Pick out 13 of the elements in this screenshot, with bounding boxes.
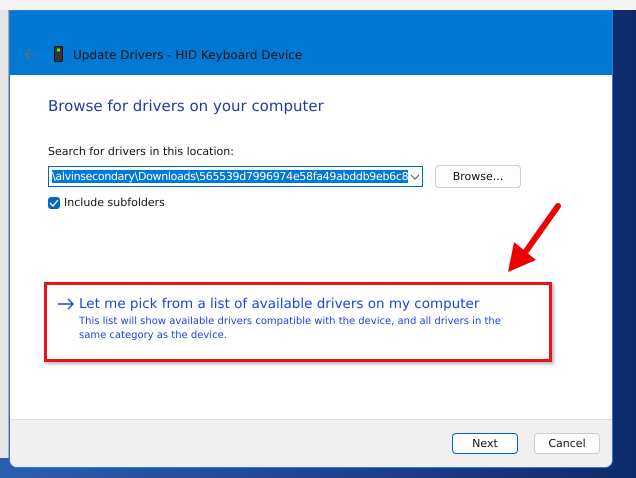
location-combo-box[interactable]: \alvinsecondary\Downloads\565539d7996974e58fa49abddb9eb6c8 — [48, 166, 423, 187]
dialog-button[interactable]: Next — [452, 433, 518, 454]
window-title: Update Drivers - HID Keyboard Device — [73, 48, 302, 62]
dialog-button[interactable]: Cancel — [534, 433, 600, 454]
checkbox-label: Include subfolders — [64, 196, 165, 209]
location-label: Search for drivers in this location: — [48, 145, 235, 158]
device-icon — [54, 46, 63, 62]
pick-driver-description: This list will show available drivers compatible with the device, and all drivers in the same category as the device. — [79, 315, 502, 342]
page-heading: Browse for drivers on your computer — [48, 97, 325, 115]
browse-button[interactable]: Browse... — [435, 165, 521, 188]
pick-driver-link[interactable]: Let me pick from a list of available drivers on my computer — [79, 296, 480, 312]
arrow-icon — [57, 298, 75, 310]
include-subfolders-checkbox[interactable] — [48, 196, 60, 208]
